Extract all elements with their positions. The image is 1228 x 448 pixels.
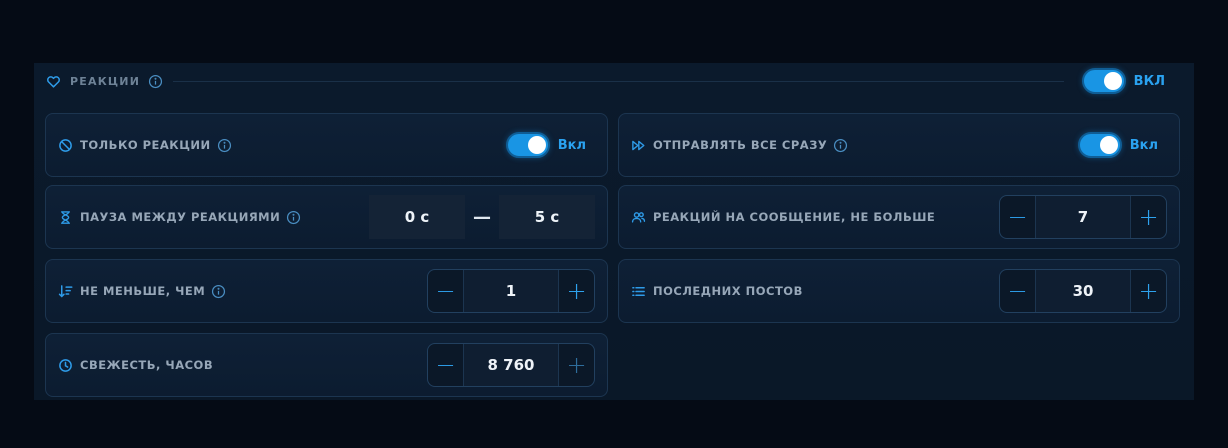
last-posts-value[interactable]: 30 — [1035, 270, 1131, 312]
send-all-at-once-toggle[interactable] — [1077, 132, 1122, 158]
sort-desc-icon — [58, 284, 73, 299]
toggle-knob — [1103, 72, 1122, 90]
pause-card: ПАУЗА МЕЖДУ РЕАКЦИЯМИ 0 с — 5 с — [45, 185, 608, 249]
only-reactions-toggle[interactable] — [505, 132, 550, 158]
last-posts-label: ПОСЛЕДНИХ ПОСТОВ — [653, 284, 803, 298]
pause-to-input[interactable]: 5 с — [499, 195, 595, 239]
list-icon — [631, 284, 646, 299]
info-icon[interactable] — [833, 138, 848, 153]
decrement-button[interactable]: − — [428, 270, 463, 312]
freshness-card: СВЕЖЕСТЬ, ЧАСОВ − 8 760 + — [45, 333, 608, 397]
increment-button[interactable]: + — [559, 344, 594, 386]
decrement-button[interactable]: − — [1000, 196, 1035, 238]
not-less-than-label: НЕ МЕНЬШЕ, ЧЕМ — [80, 284, 206, 298]
not-less-than-card: НЕ МЕНЬШЕ, ЧЕМ − 1 + — [45, 259, 608, 323]
hourglass-icon — [58, 210, 73, 225]
reactions-per-message-value[interactable]: 7 — [1035, 196, 1131, 238]
clock-icon — [58, 358, 73, 373]
only-reactions-toggle-label: Вкл — [557, 137, 586, 153]
info-icon[interactable] — [148, 74, 163, 89]
increment-button[interactable]: + — [559, 270, 594, 312]
toggle-knob — [527, 136, 546, 154]
section-toggle-label: ВКЛ — [1133, 73, 1165, 89]
not-less-than-stepper: − 1 + — [427, 269, 595, 313]
section-header: РЕАКЦИИ ВКЛ — [46, 68, 1174, 94]
section-title: РЕАКЦИИ — [70, 74, 141, 88]
decrement-button[interactable]: − — [1000, 270, 1035, 312]
ban-icon — [58, 138, 73, 153]
pause-label: ПАУЗА МЕЖДУ РЕАКЦИЯМИ — [80, 210, 281, 224]
send-all-at-once-toggle-label: Вкл — [1129, 137, 1158, 153]
users-icon — [631, 210, 646, 225]
send-all-at-once-card: ОТПРАВЛЯТЬ ВСЕ СРАЗУ Вкл — [618, 113, 1180, 177]
decrement-button[interactable]: − — [428, 344, 463, 386]
heart-icon — [46, 74, 61, 89]
header-divider — [173, 80, 1064, 82]
freshness-value[interactable]: 8 760 — [463, 344, 559, 386]
increment-button[interactable]: + — [1131, 196, 1166, 238]
info-icon[interactable] — [217, 138, 232, 153]
range-separator: — — [473, 206, 491, 228]
section-toggle[interactable] — [1081, 68, 1126, 94]
freshness-stepper: − 8 760 + — [427, 343, 595, 387]
only-reactions-card: ТОЛЬКО РЕАКЦИИ Вкл — [45, 113, 608, 177]
only-reactions-label: ТОЛЬКО РЕАКЦИИ — [80, 138, 211, 152]
reactions-per-message-stepper: − 7 + — [999, 195, 1167, 239]
last-posts-card: ПОСЛЕДНИХ ПОСТОВ − 30 + — [618, 259, 1180, 323]
pause-range: 0 с — 5 с — [369, 195, 595, 239]
last-posts-stepper: − 30 + — [999, 269, 1167, 313]
info-icon[interactable] — [211, 284, 226, 299]
fast-forward-icon — [631, 138, 646, 153]
reactions-per-message-label: РЕАКЦИЙ НА СООБЩЕНИЕ, НЕ БОЛЬШЕ — [653, 210, 936, 224]
info-icon[interactable] — [286, 210, 301, 225]
increment-button[interactable]: + — [1131, 270, 1166, 312]
send-all-at-once-label: ОТПРАВЛЯТЬ ВСЕ СРАЗУ — [653, 138, 828, 152]
not-less-than-value[interactable]: 1 — [463, 270, 559, 312]
toggle-knob — [1099, 136, 1118, 154]
pause-from-input[interactable]: 0 с — [369, 195, 465, 239]
reactions-per-message-card: РЕАКЦИЙ НА СООБЩЕНИЕ, НЕ БОЛЬШЕ − 7 + — [618, 185, 1180, 249]
freshness-label: СВЕЖЕСТЬ, ЧАСОВ — [80, 358, 214, 372]
reactions-panel: РЕАКЦИИ ВКЛ ТОЛЬКО РЕАКЦИИ Вкл ОТПРАВЛЯТ… — [34, 63, 1194, 400]
